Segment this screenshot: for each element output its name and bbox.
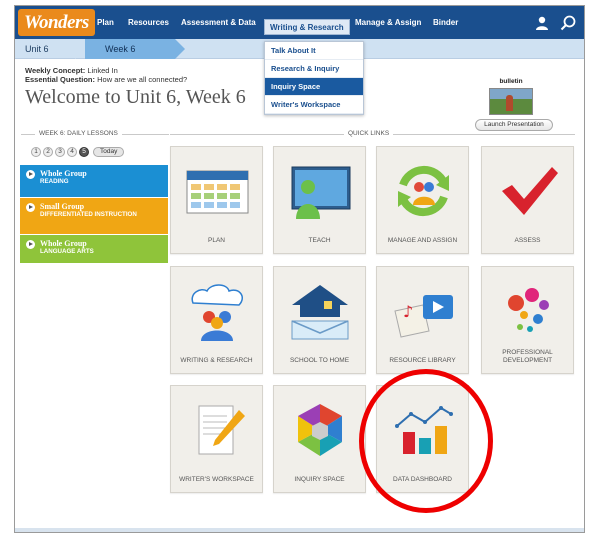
today-button[interactable]: Today xyxy=(93,147,125,157)
dropdown-research-inquiry[interactable]: Research & Inquiry xyxy=(265,60,363,78)
writers-workspace-icon xyxy=(198,405,245,455)
quick-link-writers-workspace[interactable]: WRITER'S WORKSPACE xyxy=(170,385,263,493)
svg-text:♪: ♪ xyxy=(403,302,413,321)
lesson-subtitle: LANGUAGE ARTS xyxy=(40,248,94,255)
tile-label: PROFESSIONAL DEVELOPMENT xyxy=(502,349,553,364)
lesson-subtitle: DIFFERENTIATED INSTRUCTION xyxy=(40,211,137,218)
day-selector: 1 2 3 4 5 Today xyxy=(31,147,125,159)
top-nav: Wonders Plan Resources Assessment & Data… xyxy=(15,6,584,39)
day-5-button[interactable]: 5 xyxy=(79,147,89,157)
nav-manage-assign[interactable]: Manage & Assign xyxy=(355,6,421,39)
dropdown-inquiry-space[interactable]: Inquiry Space xyxy=(265,78,363,96)
quick-link-writing-research[interactable]: WRITING & RESEARCH xyxy=(170,266,263,374)
quick-link-school-to-home[interactable]: SCHOOL TO HOME xyxy=(273,266,366,374)
day-3-button[interactable]: 3 xyxy=(55,147,65,157)
bulletin-thumbnail[interactable] xyxy=(489,88,533,115)
day-1-button[interactable]: 1 xyxy=(31,147,41,157)
assess-checkmark-icon xyxy=(502,167,558,215)
tile-label: WRITER'S WORKSPACE xyxy=(179,476,254,483)
highlight-circle xyxy=(359,369,493,513)
lesson-small-group[interactable]: Small Group DIFFERENTIATED INSTRUCTION xyxy=(20,198,168,234)
play-icon xyxy=(26,203,35,212)
dropdown-writers-workspace[interactable]: Writer's Workspace xyxy=(265,96,363,114)
tile-label: MANAGE AND ASSIGN xyxy=(387,237,458,244)
breadcrumb-separator xyxy=(75,39,85,59)
quick-link-inquiry-space[interactable]: INQUIRY SPACE xyxy=(273,385,366,493)
tile-label: ASSESS xyxy=(514,237,541,244)
user-icon[interactable] xyxy=(535,16,549,30)
breadcrumb-arrow xyxy=(175,39,185,59)
tile-label: INQUIRY SPACE xyxy=(294,476,345,483)
lesson-whole-group-reading[interactable]: Whole Group READING xyxy=(20,165,168,197)
lesson-subtitle: READING xyxy=(40,178,69,185)
tile-label: PLAN xyxy=(208,237,225,244)
bottom-bar xyxy=(15,528,584,532)
tile-label: SCHOOL TO HOME xyxy=(289,357,350,364)
dropdown-talk-about-it[interactable]: Talk About It xyxy=(265,42,363,60)
bulletin-panel: bulletin xyxy=(487,78,535,115)
search-icon[interactable] xyxy=(560,15,576,31)
tile-label: TEACH xyxy=(308,237,331,244)
tile-label: RESOURCE LIBRARY xyxy=(389,357,456,364)
wonders-logo[interactable]: Wonders xyxy=(18,9,95,36)
lessons-header: WEEK 6: DAILY LESSONS xyxy=(35,130,122,137)
breadcrumb-unit[interactable]: Unit 6 xyxy=(25,39,49,59)
page-title: Welcome to Unit 6, Week 6 xyxy=(25,86,246,108)
school-to-home-icon xyxy=(291,285,349,340)
quick-links-header: QUICK LINKS xyxy=(344,130,394,137)
quick-link-professional-development[interactable]: PROFESSIONAL DEVELOPMENT xyxy=(481,266,574,374)
play-icon xyxy=(26,240,35,249)
weekly-concept: Weekly Concept: Linked In Essential Ques… xyxy=(25,66,187,84)
weekly-concept-value: Linked In xyxy=(85,66,118,75)
lesson-title: Small Group xyxy=(40,202,85,211)
manage-assign-icon xyxy=(398,165,449,217)
quick-link-resource-library[interactable]: ♪ RESOURCE LIBRARY xyxy=(376,266,469,374)
resource-library-icon: ♪ xyxy=(394,295,453,338)
quick-link-assess[interactable]: ASSESS xyxy=(481,146,574,254)
essential-question-value: How are we all connected? xyxy=(95,75,188,84)
professional-development-icon xyxy=(508,288,549,332)
inquiry-space-icon xyxy=(298,404,342,456)
nav-binder[interactable]: Binder xyxy=(433,6,458,39)
writing-research-dropdown: Talk About It Research & Inquiry Inquiry… xyxy=(264,41,364,115)
essential-question-label: Essential Question: xyxy=(25,75,96,84)
nav-assessment-data[interactable]: Assessment & Data xyxy=(181,6,256,39)
quick-link-teach[interactable]: TEACH xyxy=(273,146,366,254)
quick-link-plan[interactable]: PLAN xyxy=(170,146,263,254)
lesson-title: Whole Group xyxy=(40,239,87,248)
writing-research-icon xyxy=(191,284,243,341)
weekly-concept-label: Weekly Concept: xyxy=(25,66,86,75)
quick-link-manage-assign[interactable]: MANAGE AND ASSIGN xyxy=(376,146,469,254)
breadcrumb-week[interactable]: Week 6 xyxy=(85,39,175,59)
teach-icon xyxy=(291,166,351,219)
day-2-button[interactable]: 2 xyxy=(43,147,53,157)
day-4-button[interactable]: 4 xyxy=(67,147,77,157)
plan-icon xyxy=(186,170,249,214)
play-icon xyxy=(26,170,35,179)
nav-plan[interactable]: Plan xyxy=(97,6,114,39)
lesson-title: Whole Group xyxy=(40,169,87,178)
bulletin-label: bulletin xyxy=(499,78,523,85)
nav-writing-research[interactable]: Writing & Research xyxy=(264,19,350,35)
app-window: Wonders Plan Resources Assessment & Data… xyxy=(14,5,585,533)
tile-label: WRITING & RESEARCH xyxy=(180,357,253,364)
launch-presentation-button[interactable]: Launch Presentation xyxy=(475,119,553,131)
lesson-whole-group-language-arts[interactable]: Whole Group LANGUAGE ARTS xyxy=(20,235,168,263)
nav-resources[interactable]: Resources xyxy=(128,6,169,39)
